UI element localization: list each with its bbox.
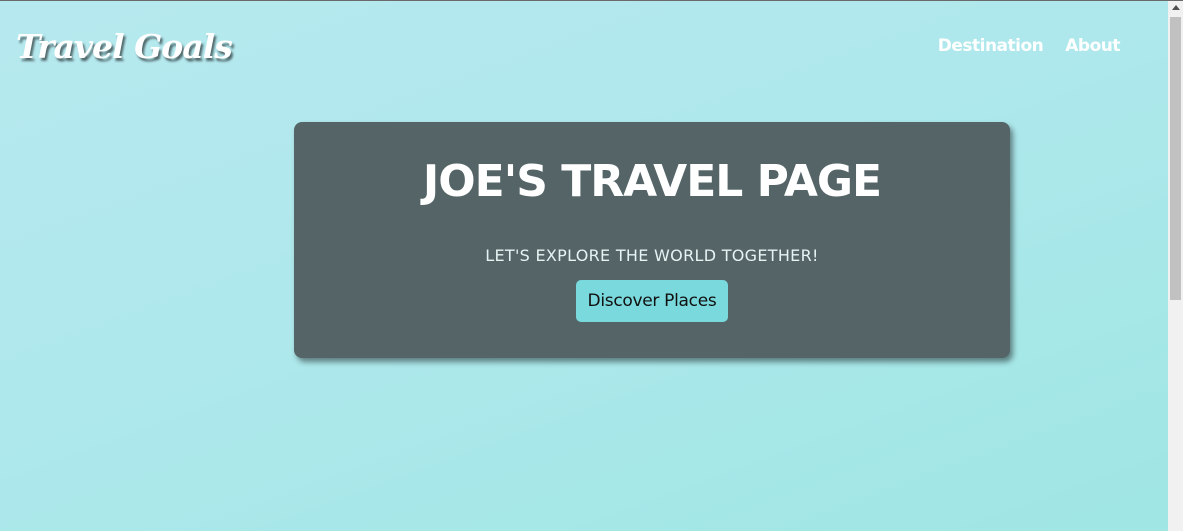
- discover-places-button[interactable]: Discover Places: [576, 280, 728, 322]
- nav-link-destination[interactable]: Destination: [938, 36, 1044, 56]
- scroll-up-arrow-icon[interactable]: [1172, 5, 1180, 10]
- page-title: JOE'S TRAVEL PAGE: [422, 156, 882, 207]
- scrollbar-thumb[interactable]: [1170, 17, 1181, 300]
- main-nav: Destination About: [938, 36, 1121, 56]
- vertical-scrollbar[interactable]: [1168, 1, 1183, 531]
- page-viewport: Travel Goals Destination About JOE'S TRA…: [0, 1, 1168, 531]
- hero-panel: JOE'S TRAVEL PAGE LET'S EXPLORE THE WORL…: [294, 122, 1010, 358]
- hero-subtitle: LET'S EXPLORE THE WORLD TOGETHER!: [485, 246, 819, 265]
- logo[interactable]: Travel Goals: [16, 27, 233, 66]
- nav-link-about[interactable]: About: [1065, 36, 1120, 56]
